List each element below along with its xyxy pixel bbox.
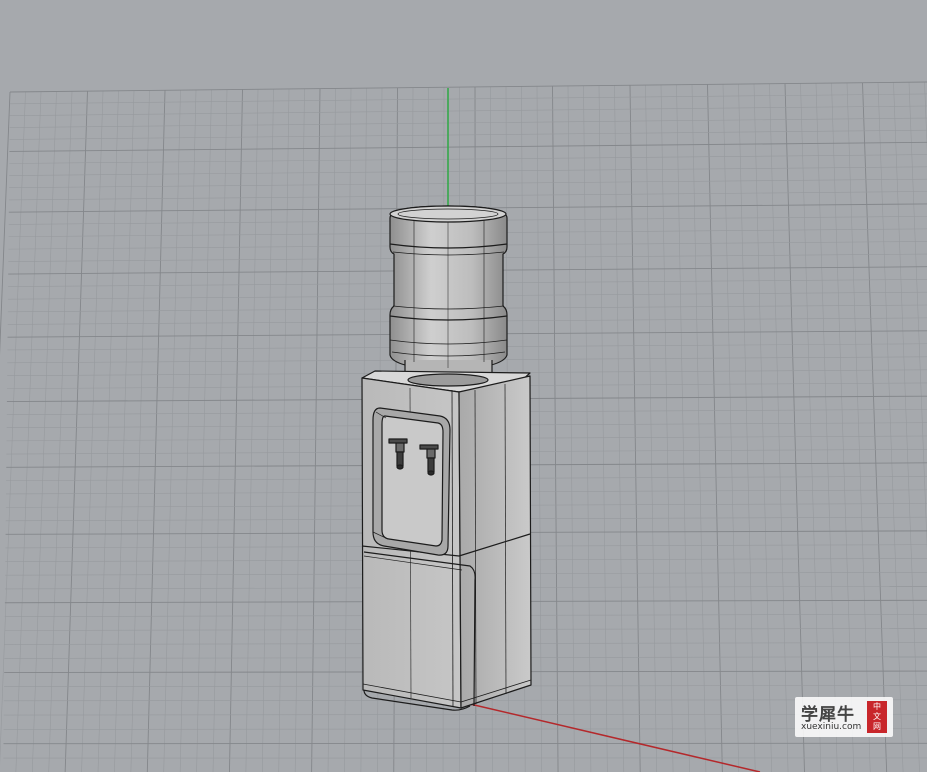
watermark-logo: 学犀牛 xuexiniu.com 中 文 网 <box>795 697 893 737</box>
water-bottle[interactable] <box>389 205 508 381</box>
perspective-viewport[interactable] <box>0 0 927 772</box>
grid-line <box>0 91 11 356</box>
dispenser-body[interactable] <box>361 370 532 711</box>
watermark-url: xuexiniu.com <box>801 722 862 732</box>
watermark-seal: 中 文 网 <box>867 701 887 733</box>
